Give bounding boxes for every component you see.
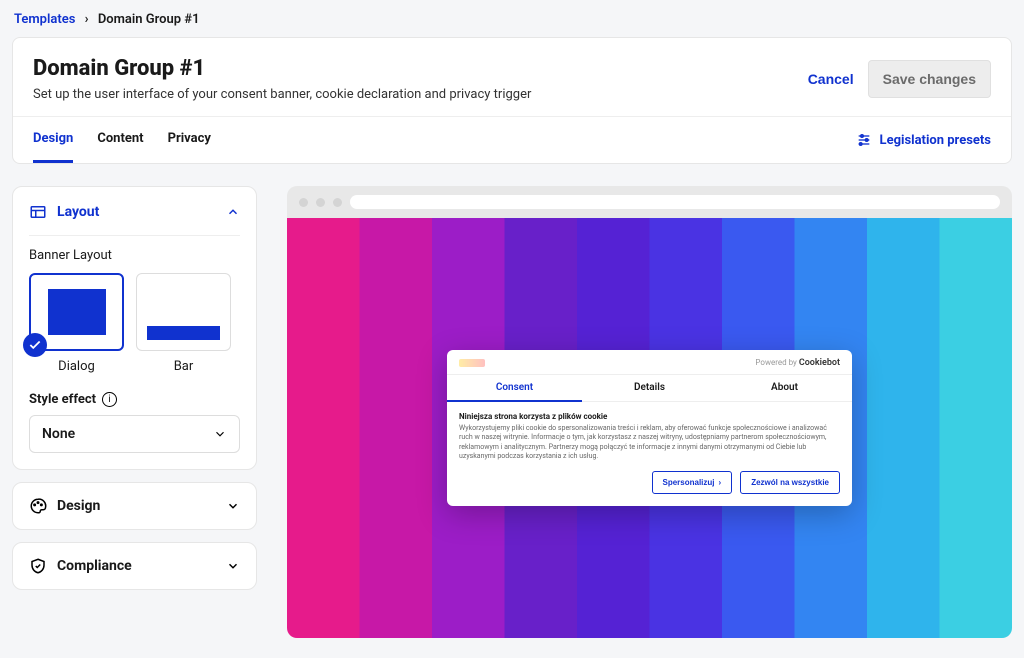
panel-design[interactable]: Design [12, 482, 257, 530]
powered-by-text: Powered by [755, 358, 796, 367]
layout-option-bar-caption: Bar [136, 359, 231, 374]
breadcrumb: Templates › Domain Group #1 [12, 12, 1012, 27]
layout-icon [29, 203, 47, 221]
layout-option-dialog[interactable] [29, 273, 124, 351]
save-changes-button[interactable]: Save changes [868, 60, 991, 98]
banner-customize-button[interactable]: Spersonalizuj › [652, 471, 733, 494]
chevron-down-icon [226, 499, 240, 513]
browser-dot-icon [299, 198, 308, 207]
layout-option-dialog-caption: Dialog [29, 359, 124, 374]
legislation-presets-label: Legislation presets [880, 133, 991, 148]
palette-icon [29, 497, 47, 515]
banner-logo-icon [459, 359, 485, 367]
powered-by-brand: Cookiebot [799, 358, 840, 368]
banner-heading: Niniejsza strona korzysta z plików cooki… [459, 412, 840, 421]
page-subtitle: Set up the user interface of your consen… [33, 87, 531, 102]
browser-chrome [287, 186, 1012, 218]
panel-design-title: Design [57, 498, 100, 514]
consent-banner: Powered by Cookiebot Consent Details Abo… [447, 350, 852, 505]
browser-dot-icon [333, 198, 342, 207]
browser-dot-icon [316, 198, 325, 207]
preview-stage: Powered by Cookiebot Consent Details Abo… [287, 218, 1012, 638]
panel-layout-header[interactable]: Layout [29, 203, 240, 221]
tab-design[interactable]: Design [33, 117, 73, 163]
breadcrumb-current: Domain Group #1 [98, 12, 200, 27]
banner-tab-consent[interactable]: Consent [447, 375, 582, 402]
chevron-right-icon: › [719, 478, 722, 487]
chevron-down-icon [226, 559, 240, 573]
style-effect-value: None [42, 426, 75, 442]
cancel-button[interactable]: Cancel [808, 71, 854, 87]
tab-privacy[interactable]: Privacy [168, 117, 211, 163]
info-icon[interactable]: i [102, 392, 117, 407]
banner-body-text: Wykorzystujemy pliki cookie do spersonal… [459, 424, 840, 460]
style-effect-select[interactable]: None [29, 415, 240, 453]
chevron-right-icon: › [85, 12, 89, 27]
banner-layout-label: Banner Layout [29, 248, 240, 263]
preview-area: Powered by Cookiebot Consent Details Abo… [287, 186, 1012, 638]
powered-by-label: Powered by Cookiebot [755, 358, 840, 368]
banner-tab-about[interactable]: About [717, 375, 852, 401]
chevron-up-icon [226, 205, 240, 219]
header-card: Domain Group #1 Set up the user interfac… [12, 37, 1012, 164]
sliders-icon [856, 132, 872, 148]
layout-option-bar[interactable] [136, 273, 231, 351]
check-icon [23, 333, 47, 357]
banner-customize-label: Spersonalizuj [663, 478, 715, 487]
shield-icon [29, 557, 47, 575]
breadcrumb-parent[interactable]: Templates [14, 12, 75, 27]
panel-layout: Layout Banner Layout [12, 186, 257, 470]
panel-layout-title: Layout [57, 204, 99, 220]
bar-preview-icon [147, 326, 220, 340]
browser-url-bar [350, 195, 1000, 209]
banner-tab-details[interactable]: Details [582, 375, 717, 401]
page-title: Domain Group #1 [33, 56, 531, 81]
banner-allow-all-button[interactable]: Zezwól na wszystkie [740, 471, 840, 494]
style-effect-label: Style effect [29, 392, 96, 407]
dialog-preview-icon [48, 289, 106, 335]
legislation-presets-button[interactable]: Legislation presets [856, 117, 991, 163]
panel-compliance[interactable]: Compliance [12, 542, 257, 590]
chevron-down-icon [213, 427, 227, 441]
panel-compliance-title: Compliance [57, 558, 132, 574]
tab-content[interactable]: Content [97, 117, 143, 163]
